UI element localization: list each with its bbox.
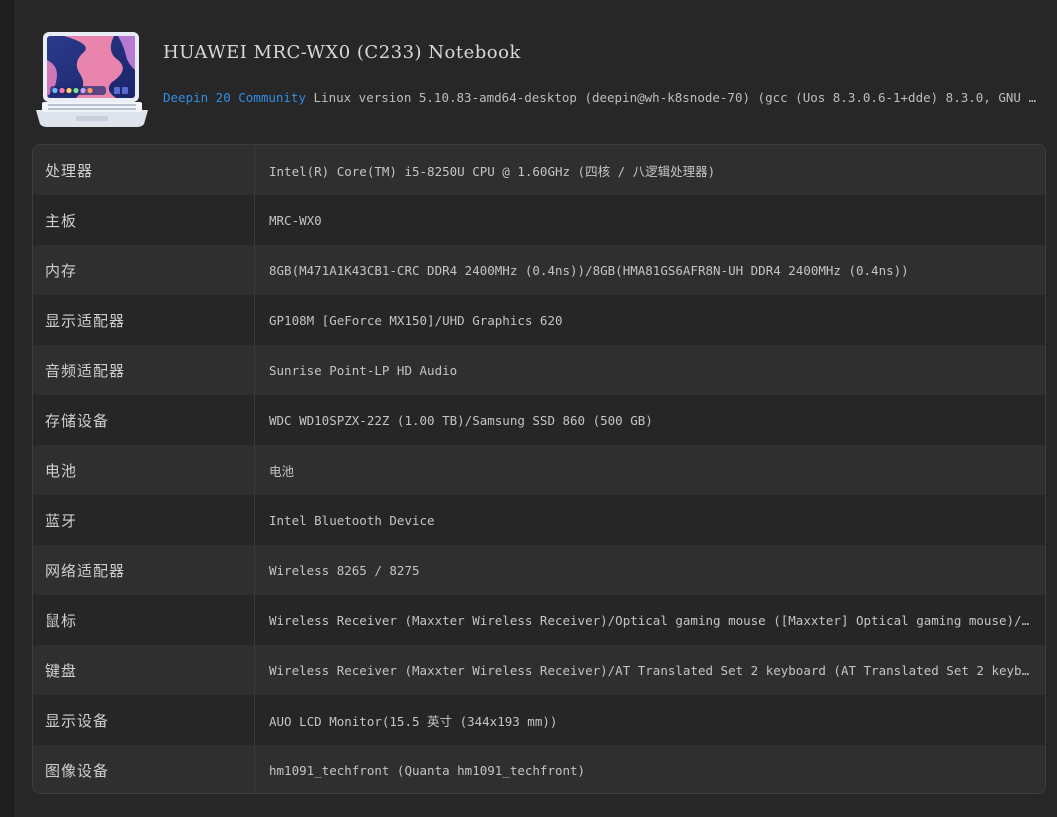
row-value-text: Wireless Receiver (Maxxter Wireless Rece… [269,662,1033,678]
table-row: 鼠标 Wireless Receiver (Maxxter Wireless R… [33,595,1045,645]
table-row: 键盘 Wireless Receiver (Maxxter Wireless R… [33,645,1045,695]
row-value-text: GP108M [GeForce MX150]/UHD Graphics 620 [269,312,563,328]
table-row: 处理器 Intel(R) Core(TM) i5-8250U CPU @ 1.6… [33,145,1045,195]
row-value: 8GB(M471A1K43CB1-CRC DDR4 2400MHz (0.4ns… [255,245,1045,295]
row-label: 键盘 [33,645,255,695]
table-row: 主板 MRC-WX0 [33,195,1045,245]
row-label: 显示适配器 [33,295,255,345]
row-label: 图像设备 [33,745,255,793]
row-value-text: WDC WD10SPZX-22Z (1.00 TB)/Samsung SSD 8… [269,412,653,428]
device-header: HUAWEI MRC-WX0 (C233) Notebook Deepin 20… [36,30,1046,130]
row-label: 网络适配器 [33,545,255,595]
device-title: HUAWEI MRC-WX0 (C233) Notebook [163,42,521,63]
table-row: 显示设备 AUO LCD Monitor(15.5 英寸 (344x193 mm… [33,695,1045,745]
row-value-text: 电池 [269,463,295,479]
row-label: 蓝牙 [33,495,255,545]
row-value-text: Intel Bluetooth Device [269,512,435,528]
row-label: 存储设备 [33,395,255,445]
row-value-text: Wireless Receiver (Maxxter Wireless Rece… [269,612,1033,628]
row-value-text: 8GB(M471A1K43CB1-CRC DDR4 2400MHz (0.4ns… [269,262,909,278]
row-value-text: hm1091_techfront (Quanta hm1091_techfron… [269,762,586,778]
row-value: MRC-WX0 [255,195,1045,245]
hardware-table: 处理器 Intel(R) Core(TM) i5-8250U CPU @ 1.6… [32,144,1046,794]
os-kernel-line: Deepin 20 Community Linux version 5.10.8… [163,90,1043,105]
row-value-text: Sunrise Point-LP HD Audio [269,362,458,378]
row-value-text: AUO LCD Monitor(15.5 英寸 (344x193 mm)) [269,713,558,729]
row-value: hm1091_techfront (Quanta hm1091_techfron… [255,745,1045,793]
kernel-version: Linux version 5.10.83-amd64-desktop (dee… [313,90,1043,105]
row-value-text: Wireless 8265 / 8275 [269,562,420,578]
table-row: 音频适配器 Sunrise Point-LP HD Audio [33,345,1045,395]
row-value: Sunrise Point-LP HD Audio [255,345,1045,395]
table-row: 电池 电池 [33,445,1045,495]
row-value-text: MRC-WX0 [269,212,322,228]
row-value: Intel(R) Core(TM) i5-8250U CPU @ 1.60GHz… [255,145,1045,195]
row-value: GP108M [GeForce MX150]/UHD Graphics 620 [255,295,1045,345]
row-label: 音频适配器 [33,345,255,395]
table-row: 存储设备 WDC WD10SPZX-22Z (1.00 TB)/Samsung … [33,395,1045,445]
row-label: 显示设备 [33,695,255,745]
table-row: 图像设备 hm1091_techfront (Quanta hm1091_tec… [33,745,1045,793]
row-value: Wireless Receiver (Maxxter Wireless Rece… [255,645,1045,695]
table-row: 网络适配器 Wireless 8265 / 8275 [33,545,1045,595]
laptop-icon [36,32,148,127]
row-label: 内存 [33,245,255,295]
window-edge [0,0,14,817]
row-value: 电池 [255,445,1045,495]
row-label: 鼠标 [33,595,255,645]
table-row: 显示适配器 GP108M [GeForce MX150]/UHD Graphic… [33,295,1045,345]
row-value: Wireless Receiver (Maxxter Wireless Rece… [255,595,1045,645]
distro-link[interactable]: Deepin 20 Community [163,90,306,105]
row-label: 主板 [33,195,255,245]
row-value: Intel Bluetooth Device [255,495,1045,545]
row-label: 处理器 [33,145,255,195]
table-row: 内存 8GB(M471A1K43CB1-CRC DDR4 2400MHz (0.… [33,245,1045,295]
row-value: AUO LCD Monitor(15.5 英寸 (344x193 mm)) [255,695,1045,745]
table-row: 蓝牙 Intel Bluetooth Device [33,495,1045,545]
row-value: Wireless 8265 / 8275 [255,545,1045,595]
row-label: 电池 [33,445,255,495]
row-value: WDC WD10SPZX-22Z (1.00 TB)/Samsung SSD 8… [255,395,1045,445]
row-value-text: Intel(R) Core(TM) i5-8250U CPU @ 1.60GHz… [269,163,716,179]
